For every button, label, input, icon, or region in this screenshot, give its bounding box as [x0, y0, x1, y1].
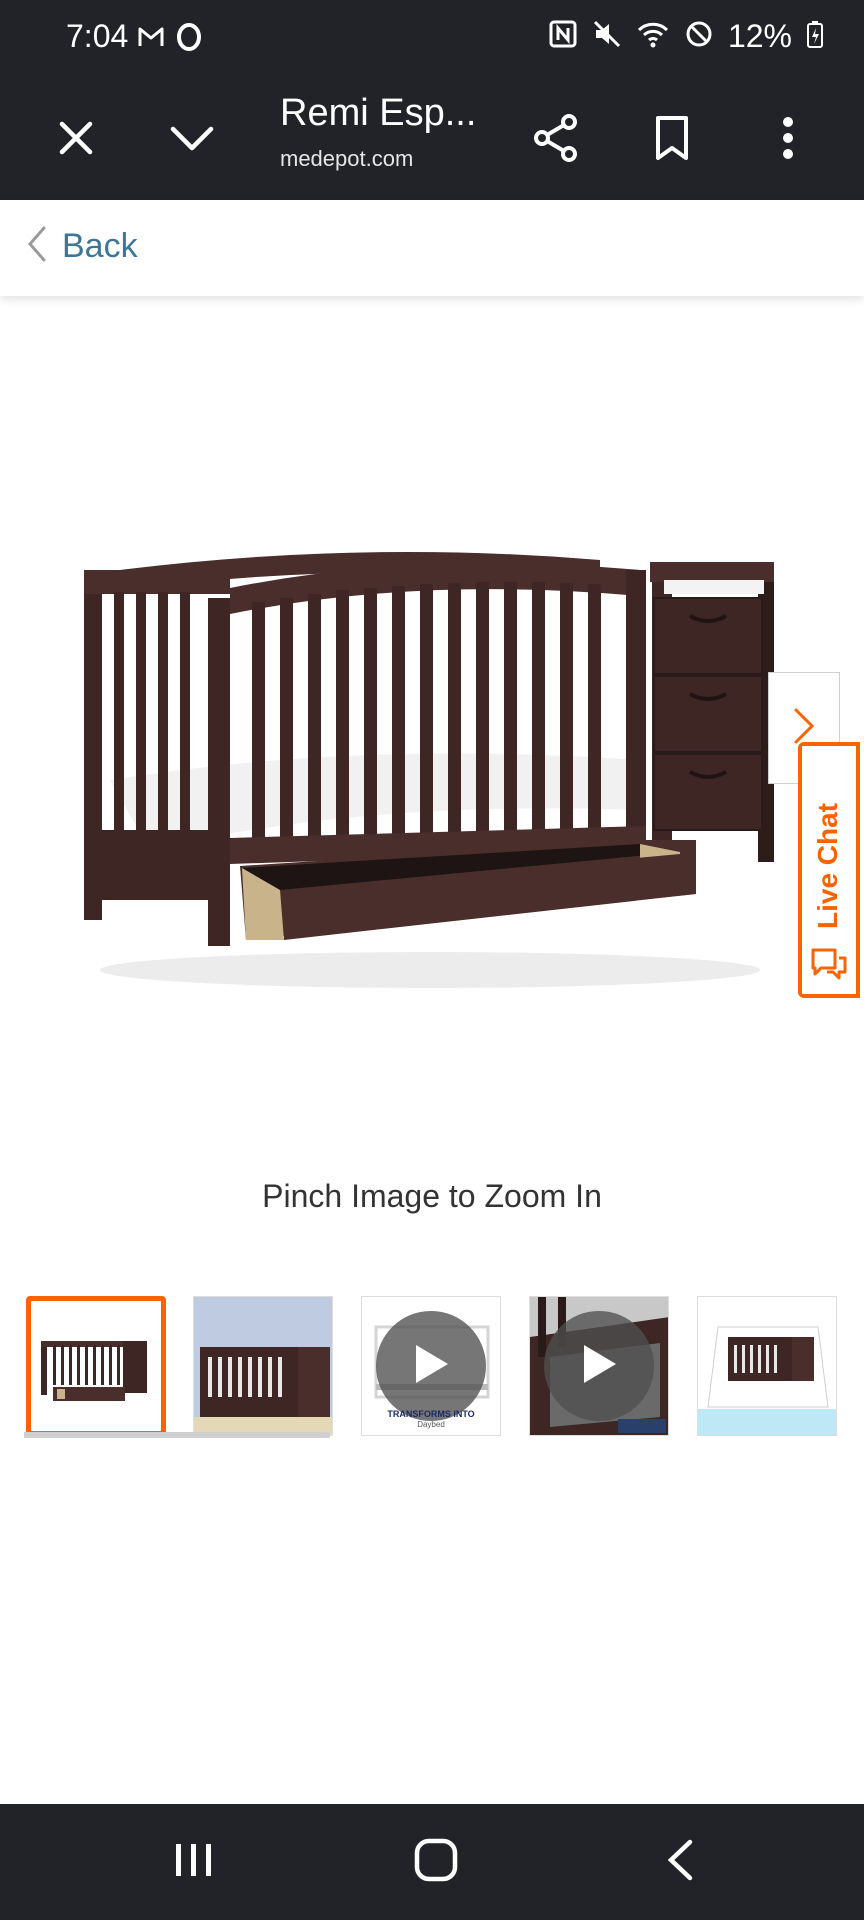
thumbnail-2[interactable]	[193, 1296, 333, 1436]
opera-icon	[176, 22, 202, 57]
close-tab-button[interactable]	[46, 110, 106, 170]
thumbnail-scroll-indicator	[24, 1432, 330, 1438]
thumbnail-strip: TRANSFORMS INTO Daybed	[26, 1296, 864, 1438]
system-back-button[interactable]	[640, 1832, 720, 1892]
recent-apps-icon	[174, 1840, 214, 1885]
wifi-icon	[636, 19, 670, 54]
status-time: 7:04	[66, 18, 129, 54]
play-icon	[580, 1343, 618, 1390]
thumbnail-4[interactable]	[529, 1296, 669, 1436]
zoom-hint: Pinch Image to Zoom In	[262, 1178, 602, 1214]
live-chat-panel: Live Chat	[802, 746, 856, 994]
back-bar: Back	[0, 200, 864, 296]
more-options-button[interactable]	[758, 110, 818, 170]
battery-charging-icon	[806, 19, 824, 54]
share-button[interactable]	[526, 110, 586, 170]
status-right-icons: 12%	[548, 18, 824, 55]
back-icon	[665, 1838, 695, 1887]
do-not-disturb-icon	[684, 19, 714, 54]
status-bar: 7:04 12%	[0, 0, 864, 80]
play-icon	[412, 1343, 450, 1390]
close-icon	[56, 118, 96, 163]
chevron-down-icon	[169, 123, 215, 158]
live-chat-label: Live Chat	[812, 802, 843, 930]
battery-percent: 12%	[727, 18, 792, 54]
product-image[interactable]	[40, 470, 800, 1030]
thumbnail-3[interactable]: TRANSFORMS INTO Daybed	[361, 1296, 501, 1436]
mute-icon	[592, 19, 622, 54]
page-url[interactable]: medepot.com	[280, 146, 413, 172]
nfc-icon	[548, 19, 578, 54]
thumbnail-1[interactable]	[26, 1296, 166, 1436]
system-nav-bar	[0, 1804, 864, 1920]
gmail-icon	[136, 22, 166, 57]
play-button[interactable]	[376, 1311, 486, 1421]
share-icon	[533, 113, 579, 167]
recent-apps-button[interactable]	[154, 1832, 234, 1892]
back-link[interactable]: Back	[24, 224, 138, 269]
chevron-left-icon	[24, 224, 48, 269]
chat-bubble-icon	[809, 946, 849, 991]
minimize-button[interactable]	[162, 110, 222, 170]
thumbnail-5[interactable]	[697, 1296, 837, 1436]
bookmark-icon	[654, 115, 690, 166]
play-button[interactable]	[544, 1311, 654, 1421]
thumbnail-subcaption: Daybed	[417, 1420, 445, 1429]
page-title: Remi Esp...	[280, 92, 477, 134]
more-vert-icon	[782, 116, 794, 165]
home-button[interactable]	[396, 1832, 476, 1892]
status-left-icons	[136, 22, 202, 57]
bookmark-button[interactable]	[642, 110, 702, 170]
live-chat-button[interactable]: Live Chat	[798, 742, 860, 998]
home-icon	[414, 1838, 458, 1887]
back-label: Back	[62, 227, 138, 265]
thumbnail-caption: TRANSFORMS INTO	[387, 1409, 475, 1419]
